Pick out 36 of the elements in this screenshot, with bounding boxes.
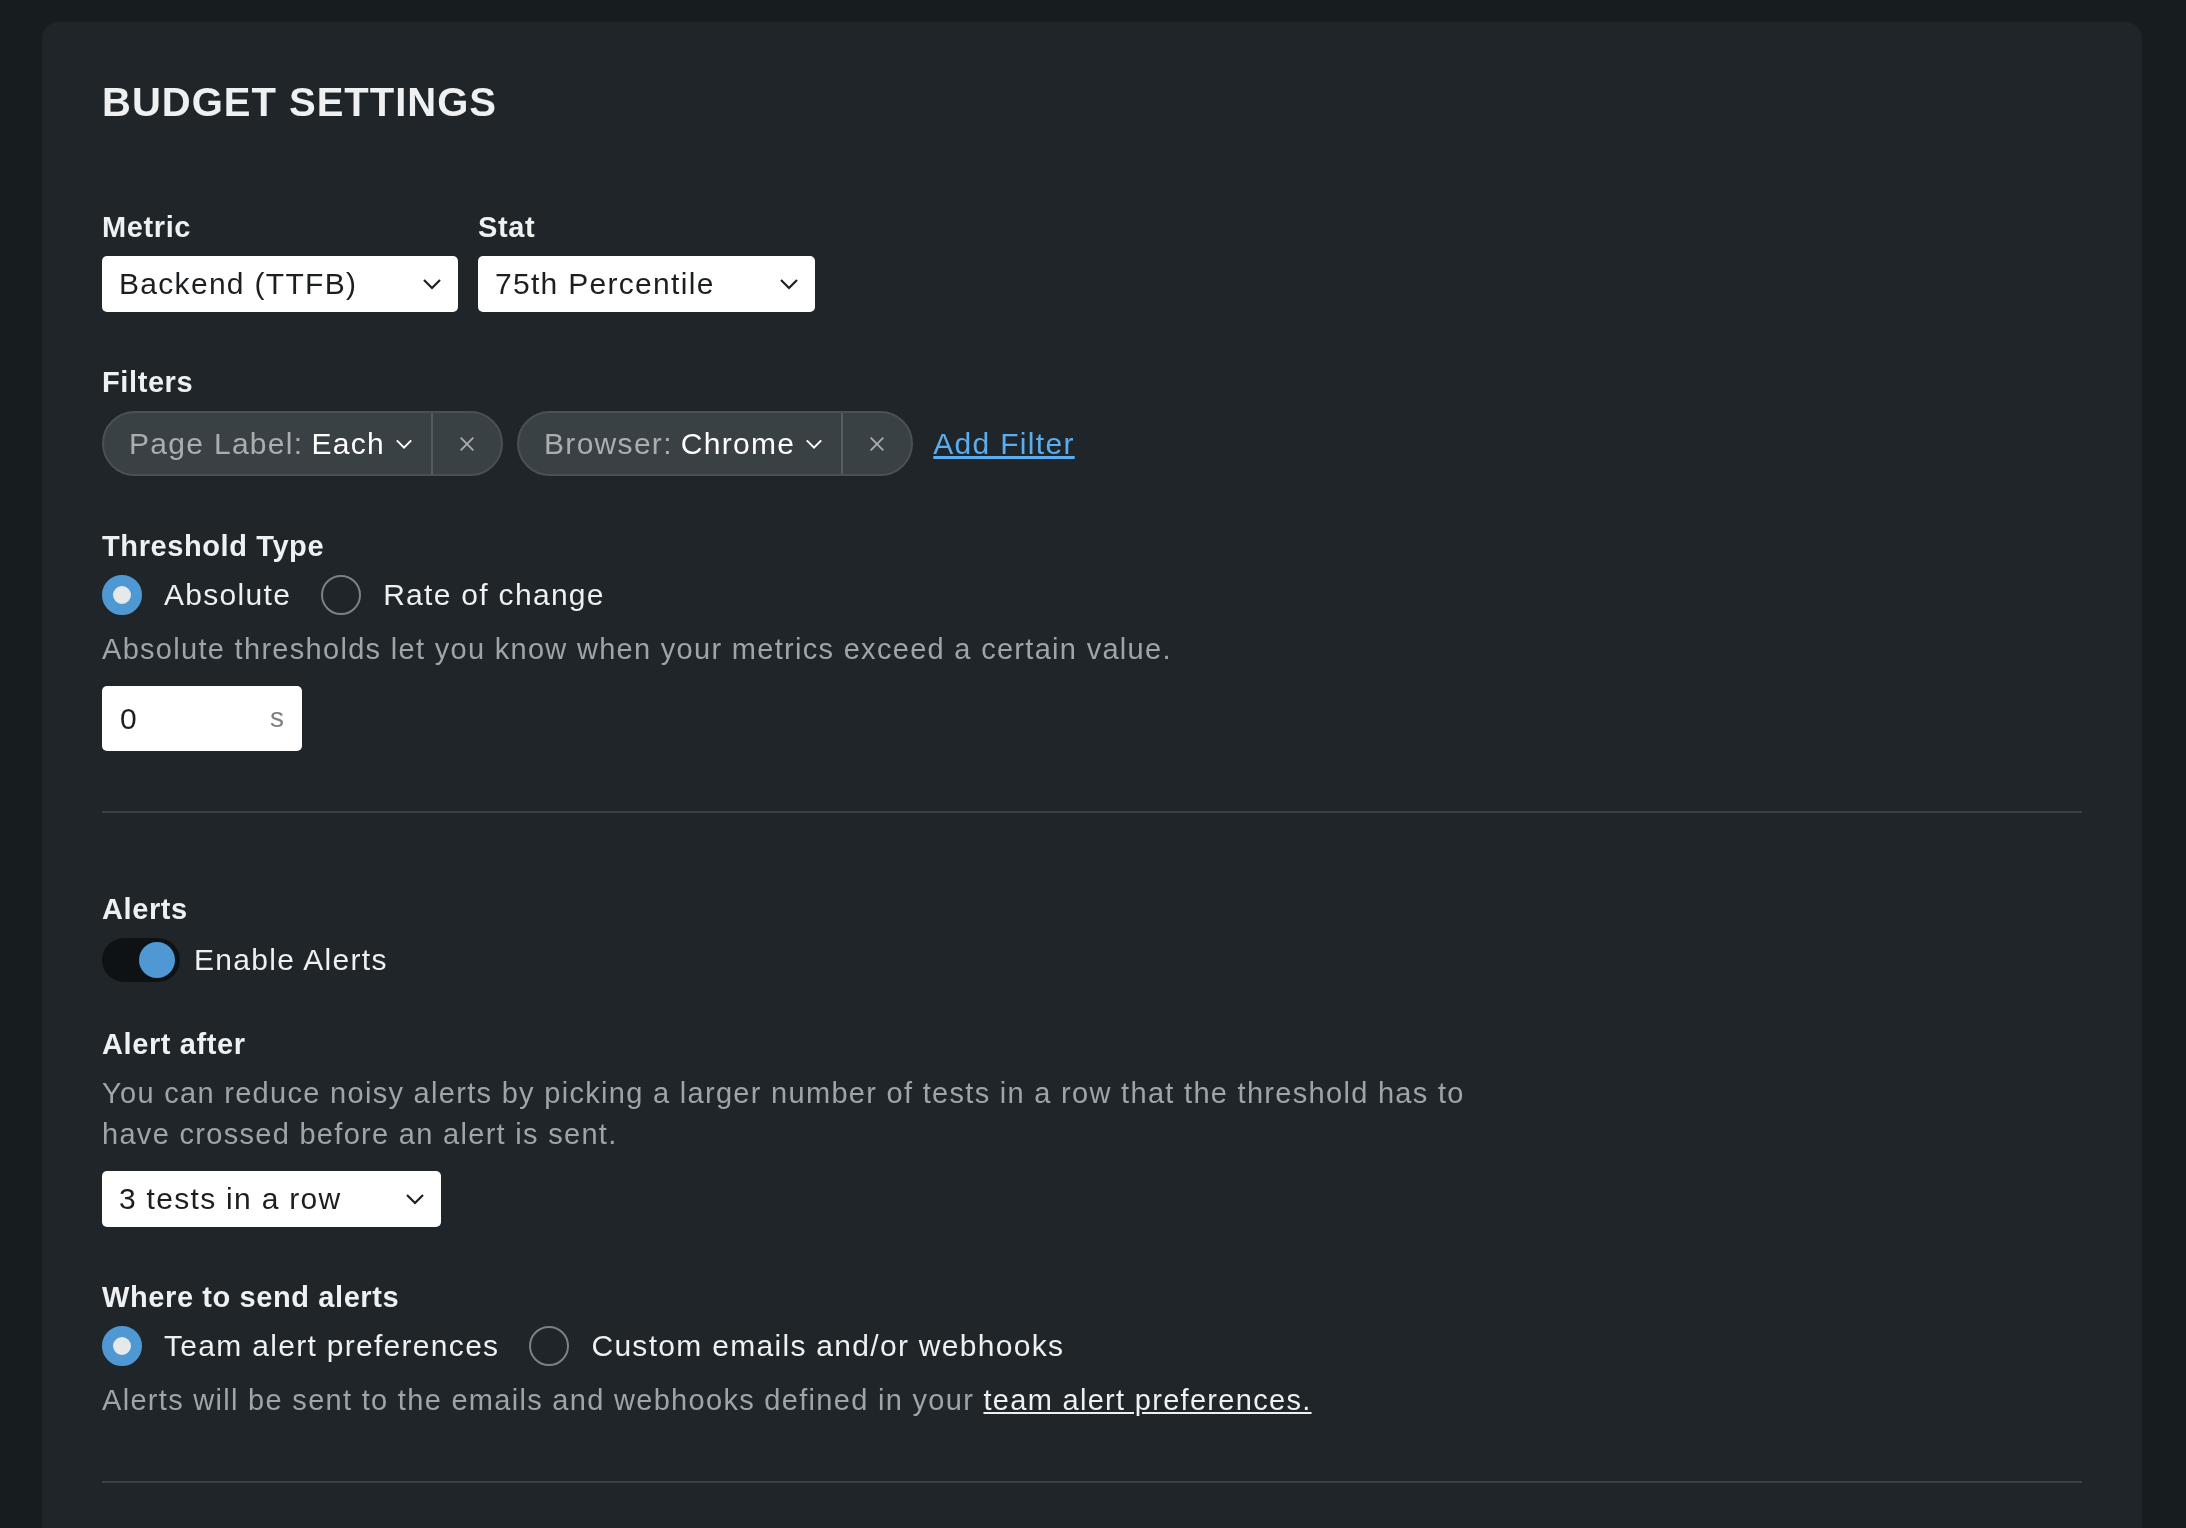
help-text: Alerts will be sent to the emails and webhooks defined in your team alert preferences.: [102, 1383, 1313, 1418]
help-text: You can reduce noisy alerts by picking a larger number of tests in a row that the threshold has to have crossed before an alert is sent.: [102, 1076, 1466, 1152]
unit-label: s: [270, 702, 284, 734]
caret-icon: [422, 278, 442, 290]
dropdown[interactable]: Backend (TTFB): [102, 256, 458, 312]
radio-button[interactable]: [529, 1326, 570, 1366]
caret-icon: [779, 278, 799, 290]
dropdown[interactable]: 75th Percentile: [478, 256, 815, 312]
field-label: Where to send alerts: [102, 1281, 401, 1314]
radio-label[interactable]: Rate of change: [383, 578, 605, 612]
filter-dropdown[interactable]: Page Label: Each: [104, 413, 434, 474]
caret-icon: [395, 437, 414, 450]
team-preferences-link[interactable]: team alert preferences.: [983, 1384, 1312, 1416]
field-label: Stat: [478, 211, 537, 244]
radio-label[interactable]: Team alert preferences: [164, 1329, 500, 1363]
caret-icon: [805, 437, 824, 450]
help-text: Absolute thresholds let you know when your metrics exceed a certain value.: [102, 632, 1173, 667]
close-icon: [458, 434, 477, 453]
close-icon: [868, 434, 887, 453]
radio-label[interactable]: Custom emails and/or webhooks: [591, 1329, 1065, 1363]
field-label: Alerts: [102, 893, 189, 926]
add-filter-link[interactable]: Add Filter: [933, 426, 1075, 461]
radio-button[interactable]: [102, 575, 142, 615]
dropdown[interactable]: 3 tests in a row: [102, 1171, 441, 1227]
radio-button[interactable]: [102, 1326, 142, 1366]
field-label: Threshold Type: [102, 530, 326, 563]
toggle-switch[interactable]: [102, 938, 180, 982]
field-label: Filters: [102, 366, 195, 399]
radio-label[interactable]: Absolute: [164, 578, 292, 612]
field-label: Metric: [102, 211, 192, 244]
radio-button[interactable]: [321, 575, 362, 615]
caret-icon: [405, 1193, 425, 1205]
panel-title: BUDGET SETTINGS: [102, 80, 499, 125]
toggle-label: Enable Alerts: [194, 943, 388, 977]
filter-dropdown[interactable]: Browser: Chrome: [519, 413, 844, 474]
field-label: Alert after: [102, 1028, 247, 1061]
